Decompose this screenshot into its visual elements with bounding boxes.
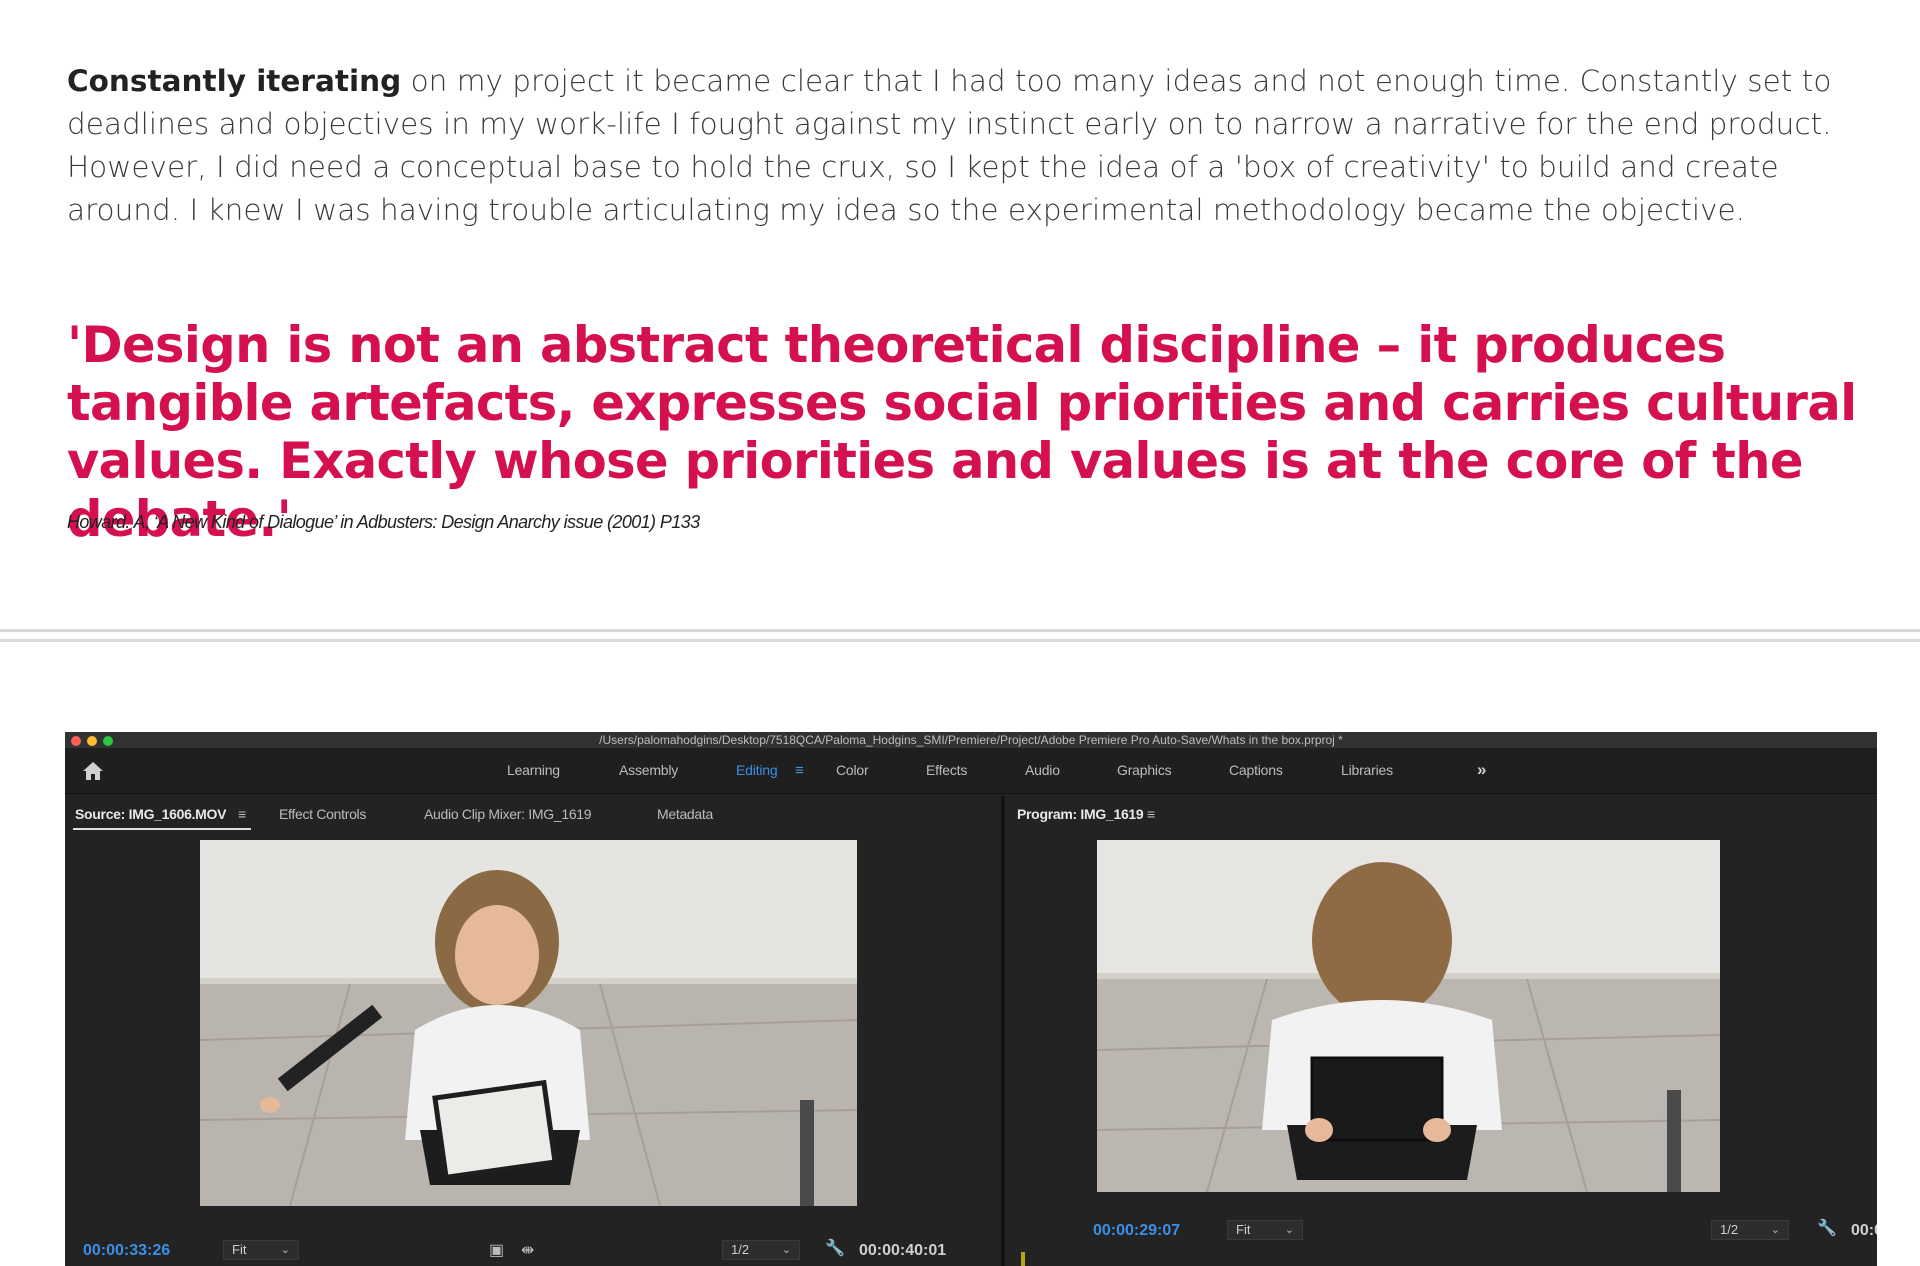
workspace-libraries[interactable]: Libraries xyxy=(1341,762,1393,778)
program-video-frame xyxy=(1097,840,1720,1192)
source-zoom-dropdown[interactable]: Fit ⌄ xyxy=(223,1240,299,1260)
program-panel-menu-icon[interactable]: ≡ xyxy=(1147,806,1155,822)
source-zoom-value: Fit xyxy=(232,1242,247,1257)
program-zoom-dropdown[interactable]: Fit ⌄ xyxy=(1227,1220,1303,1240)
intro-lead: Constantly iterating xyxy=(67,64,402,98)
workspace-bar: Learning Assembly Editing ≡ Color Effect… xyxy=(65,748,1877,794)
program-timecode[interactable]: 00:00:29:07 xyxy=(1093,1222,1180,1240)
program-zoom-value: Fit xyxy=(1236,1222,1251,1237)
chevron-down-icon: ⌄ xyxy=(1770,1224,1780,1236)
program-resolution-dropdown[interactable]: 1/2 ⌄ xyxy=(1711,1220,1789,1240)
tab-source[interactable]: Source: IMG_1606.MOV xyxy=(75,806,226,822)
workspace-color[interactable]: Color xyxy=(836,762,869,778)
quote-citation: Howard. A, ‘A New Kind of Dialogue’ in A… xyxy=(67,512,700,532)
workspace-captions[interactable]: Captions xyxy=(1229,762,1283,778)
chevron-down-icon: ⌄ xyxy=(1284,1224,1294,1236)
program-frame-image xyxy=(1097,840,1720,1192)
workspace-editing[interactable]: Editing xyxy=(736,762,778,778)
workspace-effects[interactable]: Effects xyxy=(926,762,967,778)
program-resolution-value: 1/2 xyxy=(1720,1222,1739,1237)
workspace-audio[interactable]: Audio xyxy=(1025,762,1060,778)
chevron-down-icon: ⌄ xyxy=(781,1244,791,1256)
program-monitor: Program: IMG_1619 ≡ 00:00:29:07 Fit ⌄ 1/… xyxy=(1005,796,1877,1266)
tab-program[interactable]: Program: IMG_1619 xyxy=(1017,806,1144,822)
source-duration: 00:00:40:01 xyxy=(859,1242,947,1259)
window-titlebar: /Users/palomahodgins/Desktop/7518QCA/Pal… xyxy=(65,732,1877,748)
source-monitor: Source: IMG_1606.MOV ≡ Effect Controls A… xyxy=(65,796,1001,1266)
maximize-window-icon[interactable] xyxy=(103,736,113,746)
workspace-learning[interactable]: Learning xyxy=(507,762,560,778)
source-timecode[interactable]: 00:00:33:26 xyxy=(83,1242,170,1260)
source-panel-menu-icon[interactable]: ≡ xyxy=(238,806,246,822)
chevron-down-icon: ⌄ xyxy=(280,1244,290,1256)
minimize-window-icon[interactable] xyxy=(87,736,97,746)
tab-audio-clip-mixer[interactable]: Audio Clip Mixer: IMG_1619 xyxy=(424,806,592,822)
wrench-icon[interactable]: 🔧 xyxy=(825,1238,845,1258)
intro-paragraph: Constantly iterating on my project it be… xyxy=(67,60,1867,232)
section-divider-top xyxy=(0,629,1920,632)
source-frame-image xyxy=(200,840,857,1206)
section-divider-bottom xyxy=(0,639,1920,642)
close-window-icon[interactable] xyxy=(71,736,81,746)
premiere-screenshot: /Users/palomahodgins/Desktop/7518QCA/Pal… xyxy=(65,732,1877,1266)
more-workspaces-icon[interactable]: » xyxy=(1477,760,1486,780)
program-duration: 00:01:09:0 xyxy=(1851,1222,1877,1239)
workspace-menu-icon[interactable]: ≡ xyxy=(795,762,804,779)
workspace-graphics[interactable]: Graphics xyxy=(1117,762,1172,778)
playhead-marker[interactable] xyxy=(1021,1252,1025,1266)
workspace-assembly[interactable]: Assembly xyxy=(619,762,678,778)
source-resolution-value: 1/2 xyxy=(731,1242,750,1257)
window-title: /Users/palomahodgins/Desktop/7518QCA/Pal… xyxy=(599,733,1343,747)
marker-icon[interactable]: ▣ xyxy=(489,1240,504,1260)
wrench-icon[interactable]: 🔧 xyxy=(1817,1218,1837,1238)
source-video-frame xyxy=(200,840,857,1206)
source-resolution-dropdown[interactable]: 1/2 ⌄ xyxy=(722,1240,800,1260)
audio-waveform-icon[interactable]: ⇼ xyxy=(521,1240,534,1260)
tab-metadata[interactable]: Metadata xyxy=(657,806,713,822)
tab-effect-controls[interactable]: Effect Controls xyxy=(279,806,366,822)
active-tab-indicator xyxy=(73,828,251,830)
home-icon[interactable] xyxy=(81,760,105,782)
